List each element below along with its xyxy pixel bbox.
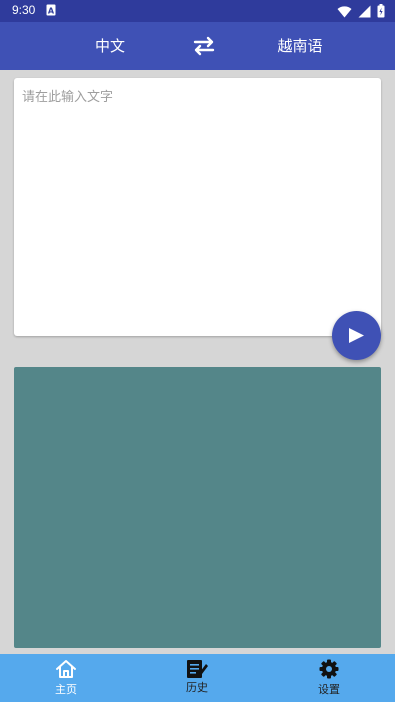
status-icons — [337, 4, 385, 18]
nav-item-settings[interactable]: 设置 — [289, 654, 369, 702]
input-card — [14, 78, 381, 336]
nav-item-home[interactable]: 主页 — [26, 654, 106, 702]
history-icon — [187, 660, 208, 678]
text-input[interactable] — [14, 78, 381, 336]
signal-icon — [358, 5, 371, 17]
notification-a-icon: A — [46, 4, 56, 16]
result-panel — [14, 367, 381, 648]
swap-languages-icon[interactable] — [190, 34, 218, 58]
gear-icon — [319, 659, 339, 679]
source-language-button[interactable]: 中文 — [70, 22, 150, 70]
translate-button[interactable] — [332, 311, 381, 360]
nav-label-history: 历史 — [186, 681, 208, 694]
nav-item-history[interactable]: 历史 — [157, 654, 237, 702]
bottom-nav: 主页 历史 设置 — [0, 654, 395, 702]
status-time: 9:30 — [12, 3, 36, 17]
battery-icon — [377, 4, 385, 18]
home-icon — [56, 660, 76, 678]
status-bar: 9:30 A — [0, 0, 395, 22]
app-bar: 中文 越南语 — [0, 22, 395, 70]
play-icon — [349, 328, 364, 343]
nav-label-home: 主页 — [55, 683, 77, 696]
nav-label-settings: 设置 — [318, 683, 340, 696]
target-language-button[interactable]: 越南语 — [256, 22, 344, 70]
wifi-icon — [337, 5, 352, 17]
svg-text:A: A — [48, 7, 55, 16]
